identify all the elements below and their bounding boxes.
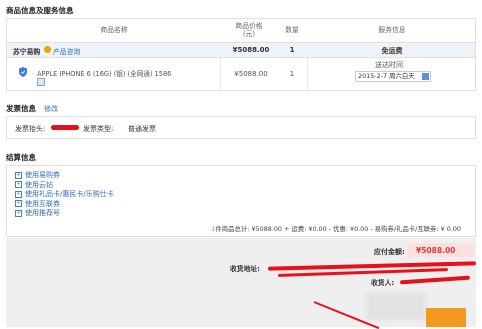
header-qty: 数量 — [285, 26, 299, 34]
calendar-icon — [422, 73, 429, 80]
plus-icon: + — [15, 181, 22, 188]
free-shipping: 免运费 — [381, 47, 403, 55]
divider — [220, 56, 221, 91]
submit-order-button[interactable] — [426, 308, 466, 327]
store-price: ¥5088.00 — [232, 46, 270, 54]
option-label: 使用推荐号 — [25, 209, 60, 217]
plus-icon: + — [15, 200, 22, 207]
settle-section-title: 结算信息 — [6, 153, 36, 162]
invoice-type-label: 发票类型: — [83, 125, 114, 133]
shield-icon — [19, 67, 27, 77]
header-price-line1: 商品价格 — [235, 22, 263, 30]
product-qty: 1 — [289, 70, 295, 78]
delivery-date-select[interactable]: 2015-2-7 周六白天 — [355, 71, 431, 82]
invoice-edit-link[interactable]: 修改 — [44, 104, 58, 114]
invoice-box: 发票抬头: 发票类型: 普通发票 — [6, 116, 476, 139]
consult-icon — [44, 46, 51, 53]
option-coupon[interactable]: + 使用易购券 — [15, 171, 114, 181]
settle-box: + 使用易购券 + 使用云钻 + 使用礼品卡/惠民卡/乐购仕卡 + 使用互联券 + 使用推… — [6, 165, 476, 237]
option-gift-card[interactable]: + 使用礼品卡/惠民卡/乐购仕卡 — [15, 190, 114, 200]
option-label: 使用礼品卡/惠民卡/乐购仕卡 — [25, 190, 114, 198]
store-row: 苏宁易购 产品咨询 ¥5088.00 1 免运费 — [7, 42, 475, 58]
plus-icon: + — [15, 171, 22, 179]
option-referral-code[interactable]: + 使用推荐号 — [15, 209, 114, 219]
goods-table: 商品名称 商品价格 (元) 数量 服务信息 苏宁易购 产品咨询 ¥5088.00… — [6, 18, 476, 91]
product-tag-icon — [37, 78, 45, 86]
address-label: 收货地址: — [230, 265, 260, 273]
amount-due-label: 应付金额: — [374, 248, 405, 256]
redaction-mark — [51, 125, 79, 130]
header-name: 商品名称 — [100, 26, 128, 34]
plus-icon: + — [15, 209, 22, 217]
header-price: 商品价格 (元) — [221, 19, 277, 41]
summary-text: 件商品总计: ¥5088.00 + 运费: ¥0.00 - 优惠: ¥0.00 … — [215, 225, 461, 233]
redaction-mark — [399, 275, 471, 285]
product-name[interactable]: APPLE IPHONE 6 (16G) (银) (全网通) 1586 — [37, 68, 171, 78]
invoice-section-title: 发票信息 — [6, 104, 36, 113]
invoice-title-label: 发票抬头: — [15, 125, 46, 133]
blurred-area — [366, 292, 426, 320]
option-label: 使用云钻 — [25, 180, 53, 189]
option-cloud-diamond[interactable]: + 使用云钻 — [15, 181, 114, 191]
plus-icon: + — [15, 190, 22, 198]
amount-due-value: ¥5088.00 — [416, 246, 456, 255]
option-interlink-coupon[interactable]: + 使用互联券 — [15, 200, 114, 210]
header-price-line2: (元) — [242, 30, 256, 38]
goods-section-title: 商品信息及服务信息 — [6, 6, 74, 15]
receiver-label: 收货人: — [371, 279, 395, 287]
payment-panel: 应付金额: ¥5088.00 收货地址: 收货人: — [6, 238, 477, 329]
divider — [307, 56, 308, 91]
settle-options: + 使用易购券 + 使用云钻 + 使用礼品卡/惠民卡/乐购仕卡 + 使用互联券 + 使用推… — [15, 171, 114, 219]
option-label: 使用易购券 — [25, 171, 60, 179]
delivery-date-value: 2015-2-7 周六白天 — [358, 72, 415, 80]
store-qty: 1 — [289, 46, 295, 54]
store-name[interactable]: 苏宁易购 — [13, 46, 40, 56]
delivery-label: 送达时间 — [375, 61, 403, 69]
invoice-type-value: 普通发票 — [128, 125, 156, 133]
consult-link[interactable]: 产品咨询 — [53, 46, 80, 56]
order-summary: 1件商品总计: ¥5088.00 + 运费: ¥0.00 - 优惠: ¥0.00… — [211, 224, 461, 233]
product-price: ¥5088.00 — [234, 70, 268, 78]
header-service: 服务信息 — [378, 26, 406, 34]
option-label: 使用互联券 — [25, 199, 60, 208]
